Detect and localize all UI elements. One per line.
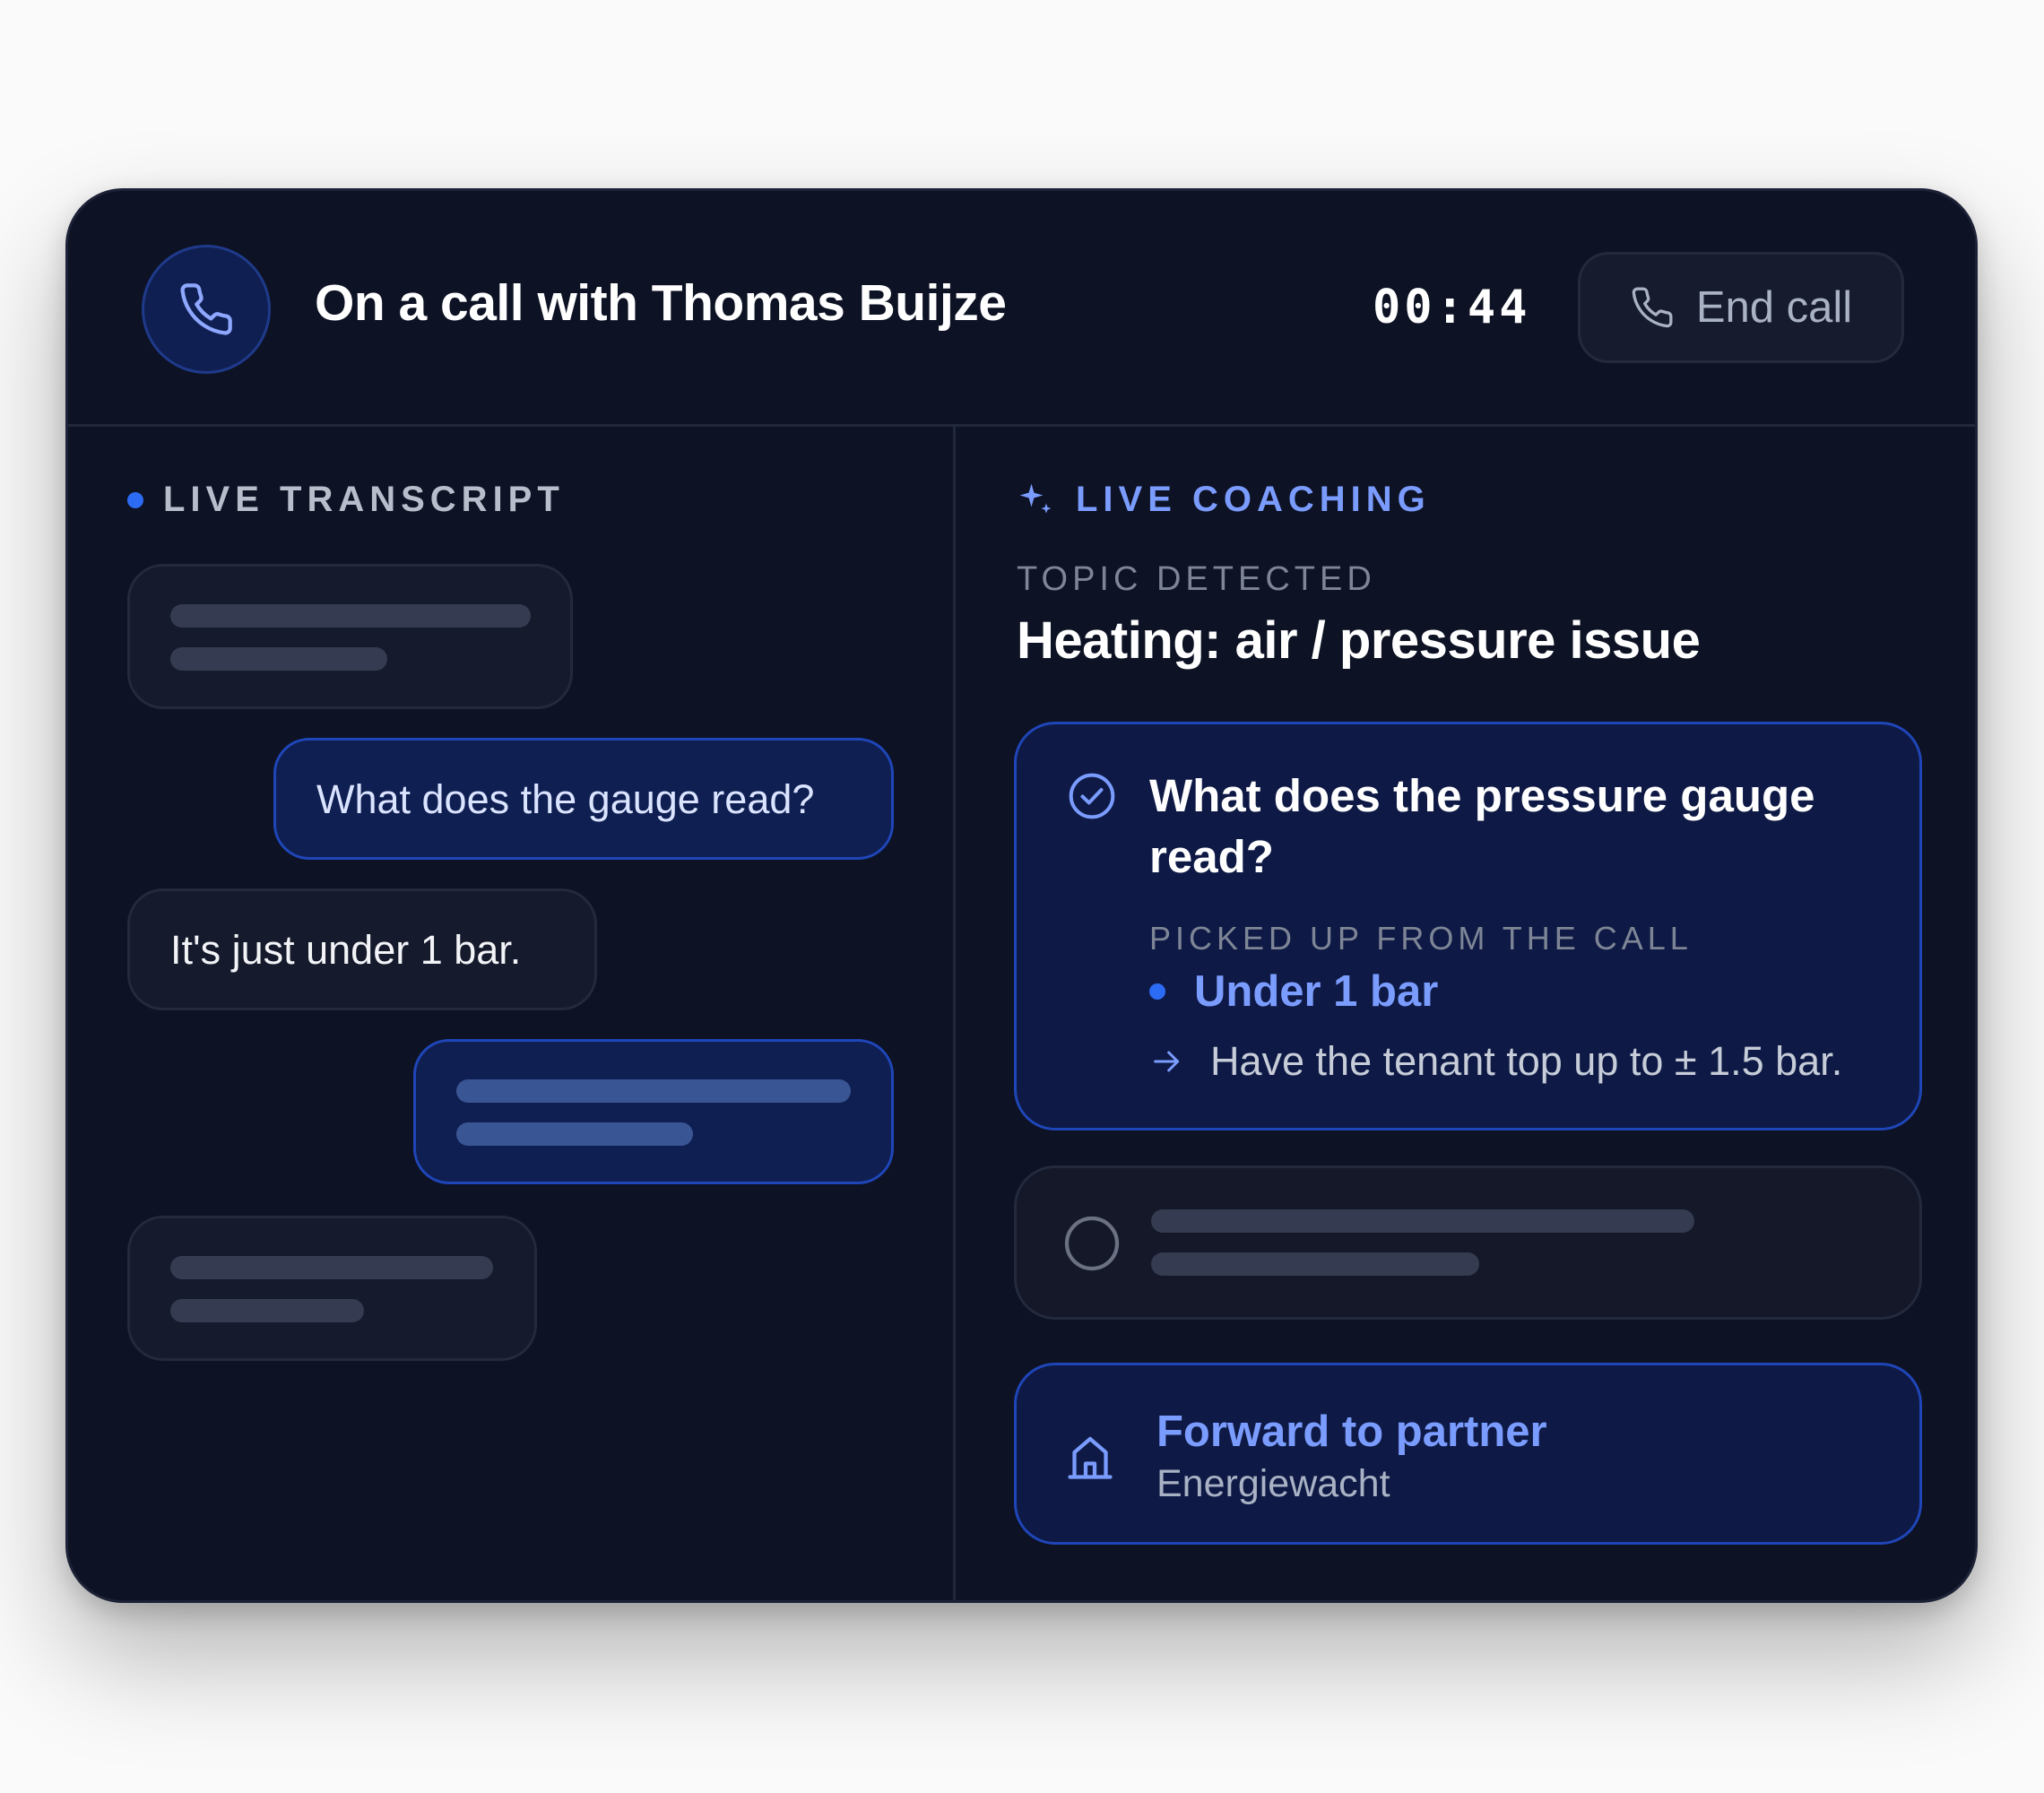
text-placeholder-line (170, 647, 387, 671)
picked-up-label: PICKED UP FROM THE CALL (1149, 920, 1693, 957)
partner-action-title: Forward to partner (1156, 1408, 1547, 1456)
topic-detected-label: TOPIC DETECTED (1017, 560, 1376, 598)
text-placeholder-line (456, 1079, 851, 1103)
coaching-advice: Have the tenant top up to ± 1.5 bar. (1149, 1038, 1842, 1085)
message-text: It's just under 1 bar. (170, 927, 522, 973)
home-icon (1068, 1436, 1113, 1479)
transcript-message-placeholder (413, 1039, 894, 1184)
end-call-button[interactable]: End call (1578, 252, 1904, 363)
text-placeholder-line (456, 1122, 693, 1146)
transcript-message-placeholder (127, 564, 573, 709)
live-dot-icon (127, 491, 143, 508)
phone-icon (180, 283, 232, 335)
column-divider (953, 424, 956, 1600)
transcript-heading: LIVE TRANSCRIPT (127, 480, 565, 520)
text-placeholder-line (170, 1299, 364, 1322)
phone-icon (1632, 287, 1673, 328)
call-status-avatar (142, 245, 271, 374)
call-header: On a call with Thomas Buijze 00:44 End c… (68, 191, 1975, 427)
message-text: What does the gauge read? (316, 776, 815, 822)
topic-detected-value: Heating: air / pressure issue (1017, 611, 1701, 670)
text-placeholder-line (1151, 1252, 1479, 1276)
answer-value: Under 1 bar (1194, 967, 1439, 1016)
transcript-label: LIVE TRANSCRIPT (163, 480, 565, 519)
forward-to-partner-button[interactable]: Forward to partner Energiewacht (1014, 1363, 1922, 1545)
end-call-label: End call (1695, 283, 1853, 332)
partner-name: Energiewacht (1156, 1462, 1390, 1505)
coaching-question: What does the pressure gauge read? (1149, 766, 1815, 888)
transcript-message-agent: What does the gauge read? (273, 738, 894, 860)
question-line: read? (1149, 831, 1274, 882)
detected-answer: Under 1 bar (1149, 966, 1438, 1017)
sparkle-icon (1019, 483, 1052, 514)
call-timer: 00:44 (1373, 281, 1531, 334)
text-placeholder-line (1151, 1209, 1694, 1233)
coaching-heading: LIVE COACHING (1017, 480, 1431, 520)
call-panel: On a call with Thomas Buijze 00:44 End c… (65, 188, 1978, 1603)
text-placeholder-line (170, 604, 531, 628)
answer-dot-icon (1149, 983, 1165, 1000)
call-title: On a call with Thomas Buijze (315, 274, 1007, 332)
empty-circle-icon (1064, 1216, 1120, 1271)
transcript-message-placeholder (127, 1216, 537, 1361)
coaching-label: LIVE COACHING (1076, 480, 1431, 519)
question-line: What does the pressure gauge (1149, 770, 1815, 821)
coaching-question-card[interactable]: What does the pressure gauge read? PICKE… (1014, 722, 1922, 1130)
transcript-message-caller: It's just under 1 bar. (127, 888, 597, 1010)
check-circle-icon (1069, 773, 1115, 819)
text-placeholder-line (170, 1256, 493, 1279)
arrow-right-icon (1154, 1051, 1180, 1072)
coaching-pending-card[interactable] (1014, 1165, 1922, 1320)
advice-text: Have the tenant top up to ± 1.5 bar. (1210, 1038, 1843, 1084)
